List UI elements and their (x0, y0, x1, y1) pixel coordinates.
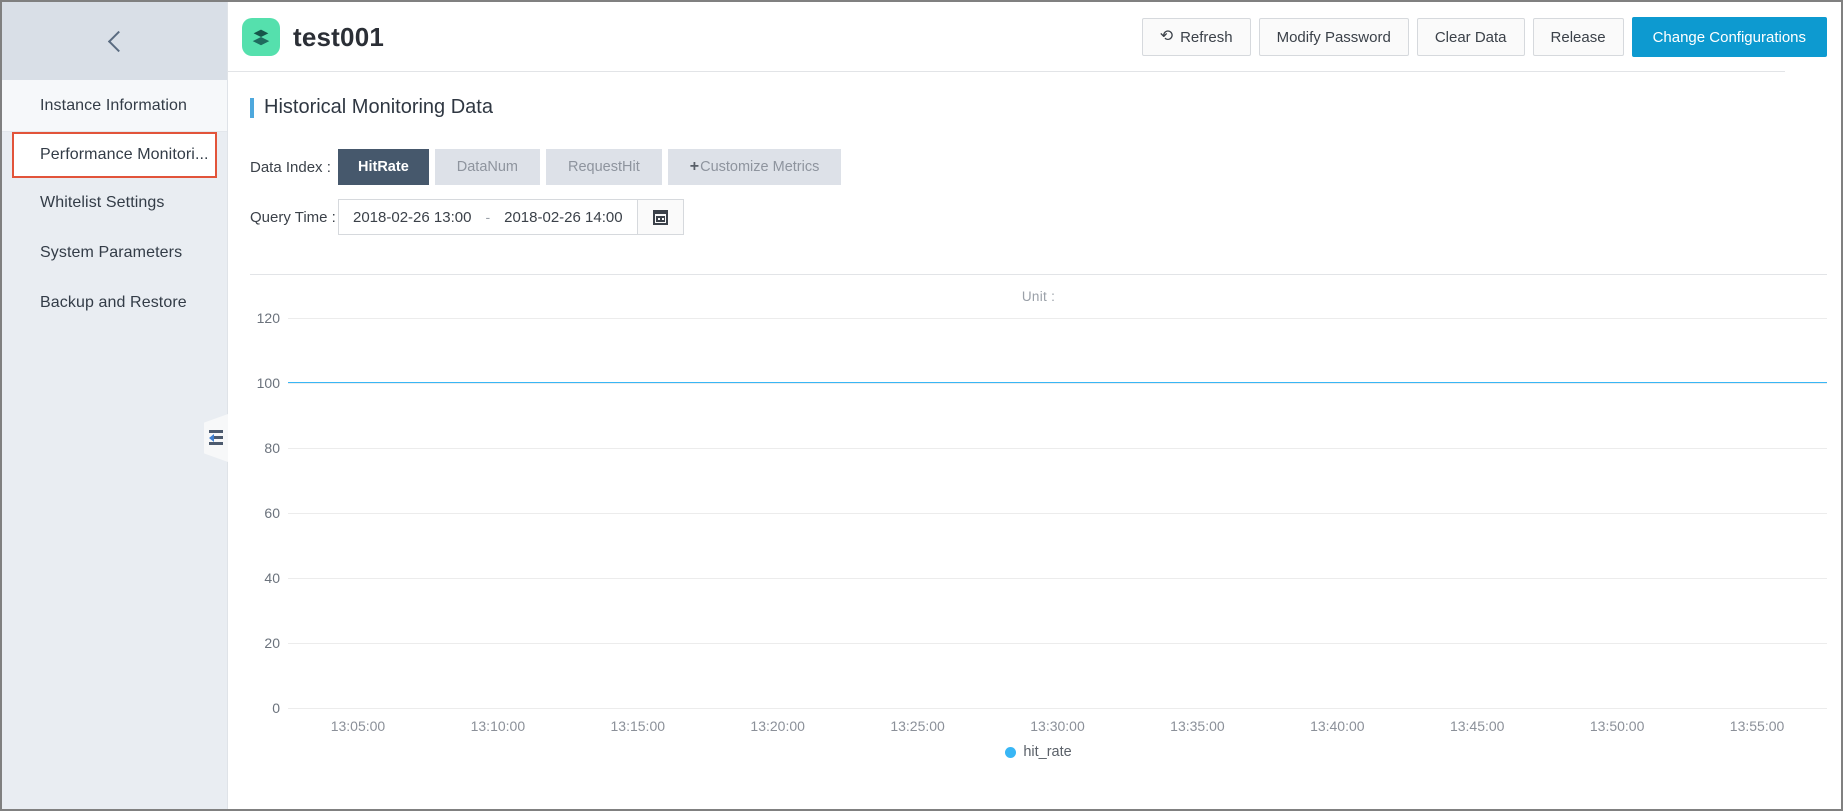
start-time-value: 2018-02-26 13:00 (353, 208, 472, 226)
header-actions: ⟳ Refresh Modify Password Clear Data Rel… (1141, 17, 1827, 57)
section-header: Historical Monitoring Data (250, 96, 1841, 119)
y-axis-tick-label: 80 (264, 440, 280, 456)
refresh-icon: ⟳ (1159, 28, 1174, 45)
chart-gridline (288, 578, 1827, 579)
modify-password-button[interactable]: Modify Password (1258, 18, 1409, 56)
x-axis-tick-label: 13:10:00 (470, 718, 526, 734)
modify-password-button-label: Modify Password (1276, 28, 1391, 46)
x-axis-tick-label: 13:40:00 (1310, 718, 1365, 734)
sidebar-item-whitelist-settings[interactable]: Whitelist Settings (2, 178, 227, 228)
query-time-label: Query Time : (250, 208, 336, 226)
customize-metrics-button[interactable]: + Customize Metrics (667, 149, 842, 185)
chart-plot-area: 0 20 40 60 80 100 120 (250, 310, 1827, 716)
sidebar-item-performance-monitoring[interactable]: Performance Monitori... (12, 132, 217, 178)
section-accent-bar (250, 97, 254, 118)
chart-x-axis: 13:05:00 13:10:00 13:15:00 13:20:00 13:25:00… (288, 708, 1827, 742)
metric-tab-datanum[interactable]: DataNum (434, 149, 541, 185)
plus-icon: + (689, 158, 700, 175)
date-range-input[interactable]: 2018-02-26 13:00 - 2018-02-26 14:00 (338, 199, 638, 235)
layers-cube-icon (242, 18, 280, 56)
sidebar-item-instance-information[interactable]: Instance Information (2, 80, 227, 132)
monitoring-chart: Unit : 0 20 40 60 80 100 120 13:05:00 13:10:00 1… (250, 274, 1827, 809)
chevron-left-icon (106, 32, 124, 50)
end-time-value: 2018-02-26 14:00 (504, 208, 623, 226)
y-axis-tick-label: 120 (256, 310, 280, 326)
chart-gridline (288, 643, 1827, 644)
sidebar-item-backup-and-restore[interactable]: Backup and Restore (2, 278, 227, 328)
change-configurations-button-label: Change Configurations (1652, 28, 1806, 46)
panel-collapse-icon (209, 430, 223, 446)
main-content: test001 ⟳ Refresh Modify Password Clear … (228, 2, 1841, 809)
x-axis-tick-label: 13:45:00 (1449, 718, 1505, 734)
y-axis-tick-label: 20 (264, 635, 280, 651)
legend-label-hit-rate: hit_rate (1023, 744, 1072, 760)
chart-gridline (288, 383, 1827, 384)
chart-gridline (288, 513, 1827, 514)
customize-metrics-label: Customize Metrics (700, 159, 820, 175)
x-axis-tick-label: 13:55:00 (1729, 718, 1785, 734)
y-axis-tick-label: 40 (264, 570, 280, 586)
metric-tab-label: RequestHit (568, 159, 640, 175)
sidebar-item-label: Whitelist Settings (40, 194, 165, 211)
sidebar-item-label: System Parameters (40, 244, 183, 261)
sidebar-toggle-handle[interactable] (204, 414, 228, 462)
x-axis-tick-label: 13:35:00 (1170, 718, 1225, 734)
calendar-picker-button[interactable] (637, 199, 684, 235)
sidebar-item-label: Performance Monitori... (40, 146, 209, 163)
release-button-label: Release (1550, 28, 1606, 46)
x-axis-tick-label: 13:30:00 (1030, 718, 1085, 734)
page-header: test001 ⟳ Refresh Modify Password Clear … (228, 2, 1841, 72)
section-title-label: Historical Monitoring Data (264, 96, 493, 118)
x-axis-tick-label: 13:25:00 (890, 718, 945, 734)
x-axis-tick-label: 13:50:00 (1589, 718, 1645, 734)
brand: test001 (242, 18, 384, 56)
clear-data-button-label: Clear Data (1434, 28, 1507, 46)
sidebar-item-label: Backup and Restore (40, 294, 187, 311)
metric-tab-requesthit[interactable]: RequestHit (546, 149, 662, 185)
metric-tab-label: HitRate (358, 159, 409, 175)
data-index-row: Data Index : HitRate DataNum RequestHit … (250, 149, 1841, 185)
x-axis-tick-label: 13:15:00 (610, 718, 666, 734)
chart-unit-label: Unit : (1021, 289, 1056, 304)
x-axis-tick-label: 13:05:00 (330, 718, 386, 734)
metric-tab-label: DataNum (456, 159, 519, 175)
query-time-row: Query Time : 2018-02-26 13:00 - 2018-02-… (250, 199, 1841, 235)
data-index-label: Data Index : (250, 158, 331, 176)
metric-tab-hitrate[interactable]: HitRate (338, 149, 429, 185)
y-axis-tick-label: 100 (256, 375, 280, 391)
x-axis-tick-label: 13:20:00 (750, 718, 805, 734)
calendar-icon (652, 209, 668, 225)
clear-data-button[interactable]: Clear Data (1416, 18, 1525, 56)
chart-divider (250, 274, 1827, 275)
y-axis-tick-label: 60 (264, 505, 280, 521)
chart-legend: hit_rate (250, 744, 1827, 760)
refresh-button-label: Refresh (1180, 28, 1233, 46)
legend-color-dot (1005, 746, 1017, 758)
application-window: Instance Information Performance Monitor… (0, 0, 1843, 811)
sidebar-item-label: Instance Information (40, 96, 187, 114)
sidebar: Instance Information Performance Monitor… (2, 2, 228, 809)
chart-gridline (288, 318, 1827, 319)
refresh-button[interactable]: ⟳ Refresh (1141, 18, 1251, 56)
y-axis-tick-label: 0 (272, 700, 280, 716)
release-button[interactable]: Release (1532, 18, 1624, 56)
sidebar-collapse-button[interactable] (2, 2, 227, 80)
page-title: test001 (293, 21, 385, 52)
change-configurations-button[interactable]: Change Configurations (1631, 17, 1827, 57)
sidebar-item-system-parameters[interactable]: System Parameters (2, 228, 227, 278)
chart-gridline (288, 448, 1827, 449)
